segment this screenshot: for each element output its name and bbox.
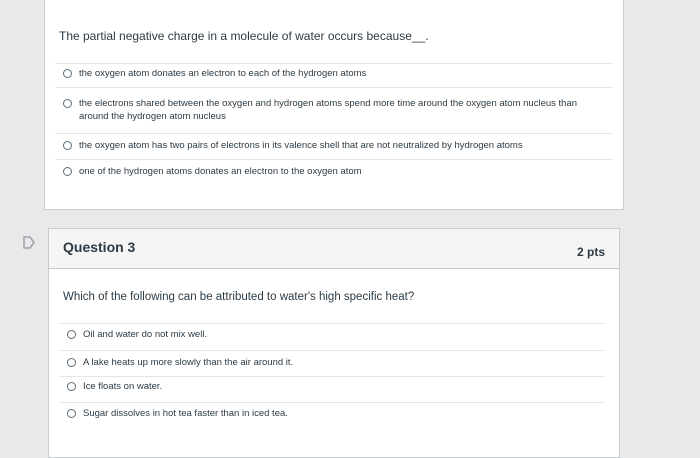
question-3-prompt: Which of the following can be attributed…: [63, 291, 415, 303]
q2-answer-2-label: the electrons shared between the oxygen …: [79, 98, 578, 122]
radio-button[interactable]: [63, 69, 72, 78]
question-title: Question 3: [63, 239, 136, 255]
flag-icon[interactable]: [22, 236, 36, 249]
q3-answer-3[interactable]: Ice floats on water.: [67, 380, 587, 393]
q2-answer-4-label: one of the hydrogen atoms donates an ele…: [79, 166, 362, 177]
radio-button[interactable]: [67, 382, 76, 391]
radio-button[interactable]: [63, 141, 72, 150]
q3-answer-2-label: A lake heats up more slowly than the air…: [83, 357, 294, 368]
q3-answer-1[interactable]: Oil and water do not mix well.: [67, 328, 587, 341]
q3-answer-4-label: Sugar dissolves in hot tea faster than i…: [83, 408, 288, 419]
q2-answer-3-label: the oxygen atom has two pairs of electro…: [79, 140, 523, 151]
answer-divider: [59, 376, 605, 377]
question-3-header: Question 3 2 pts: [49, 229, 619, 269]
q2-answer-2[interactable]: the electrons shared between the oxygen …: [63, 97, 603, 123]
radio-button[interactable]: [67, 409, 76, 418]
q3-answer-4[interactable]: Sugar dissolves in hot tea faster than i…: [67, 407, 587, 420]
q3-answer-3-label: Ice floats on water.: [83, 381, 163, 392]
q2-answer-1[interactable]: the oxygen atom donates an electron to e…: [63, 67, 603, 80]
q3-answer-1-label: Oil and water do not mix well.: [83, 329, 208, 340]
answer-divider: [55, 159, 613, 160]
answer-divider: [55, 63, 613, 64]
answer-divider: [55, 87, 613, 88]
radio-button[interactable]: [67, 330, 76, 339]
answer-divider: [55, 133, 613, 134]
answer-divider: [59, 350, 605, 351]
question-points: 2 pts: [576, 245, 605, 259]
answer-divider: [59, 323, 605, 324]
question-3-card: Question 3 2 pts Which of the following …: [48, 228, 620, 458]
radio-button[interactable]: [67, 358, 76, 367]
question-2-prompt: The partial negative charge in a molecul…: [59, 29, 429, 43]
radio-button[interactable]: [63, 99, 72, 108]
q2-answer-3[interactable]: the oxygen atom has two pairs of electro…: [63, 139, 603, 152]
q2-answer-1-label: the oxygen atom donates an electron to e…: [79, 68, 367, 79]
radio-button[interactable]: [63, 167, 72, 176]
q2-answer-4[interactable]: one of the hydrogen atoms donates an ele…: [63, 165, 603, 178]
question-2-card: The partial negative charge in a molecul…: [44, 0, 624, 210]
q3-answer-2[interactable]: A lake heats up more slowly than the air…: [67, 356, 587, 369]
answer-divider: [59, 402, 605, 403]
